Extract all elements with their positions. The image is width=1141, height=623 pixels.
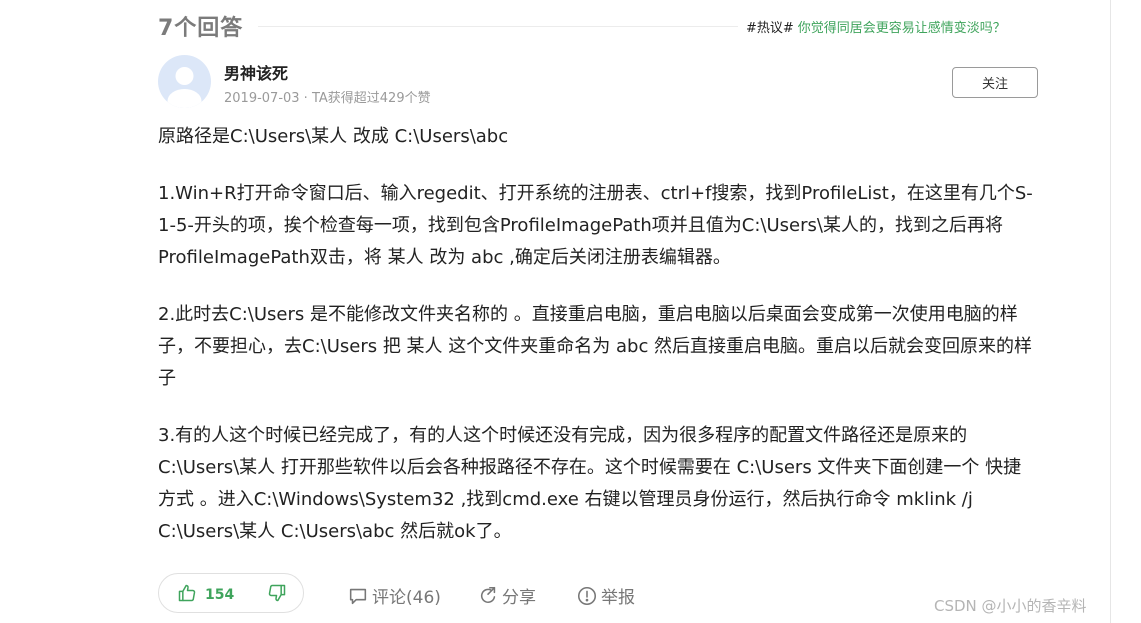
hot-topic: #热议# 你觉得同居会更容易让感情变淡吗？ — [746, 17, 1006, 36]
answer-paragraph: 原路径是C:\Users\某人 改成 C:\Users\abc — [158, 126, 509, 147]
report-label: 举报 — [601, 588, 635, 608]
author-meta: 2019-07-03 · TA获得超过429个赞 — [224, 91, 431, 106]
vote-pill: 154 — [158, 573, 304, 613]
share-icon — [477, 585, 499, 607]
comment-button[interactable]: 评论(46) — [347, 583, 441, 608]
share-button[interactable]: 分享 — [477, 583, 536, 608]
answer-paragraph: 1.Win+R打开命令窗口后、输入regedit、打开系统的注册表、ctrl+f… — [158, 183, 1033, 268]
upvote-count: 154 — [205, 587, 235, 603]
upvote-button[interactable]: 154 — [177, 583, 234, 607]
author-name[interactable]: 男神该死 — [224, 60, 288, 84]
csdn-watermark: CSDN @小小的香辛料 — [934, 597, 1087, 615]
comment-label: 评论(46) — [372, 588, 441, 608]
answer-paragraph: 2.此时去C:\Users 是不能修改文件夹名称的 。直接重启电脑，重启电脑以后… — [158, 304, 1033, 389]
answer-body: 原路径是C:\Users\某人 改成 C:\Users\abc 1.Win+R打… — [158, 121, 1038, 573]
author-avatar[interactable] — [158, 55, 211, 108]
header-divider — [258, 26, 738, 27]
thumbs-up-icon — [177, 583, 197, 607]
hot-topic-tag: #热议# — [746, 21, 794, 36]
page-right-border — [1110, 0, 1111, 623]
hot-topic-link[interactable]: 你觉得同居会更容易让感情变淡吗？ — [798, 21, 1006, 36]
thumbs-down-icon — [267, 584, 287, 607]
comment-icon — [347, 585, 369, 607]
follow-button[interactable]: 关注 — [952, 67, 1038, 98]
answer-paragraph: 3.有的人这个时候已经完成了，有的人这个时候还没有完成，因为很多程序的配置文件路… — [158, 425, 1022, 542]
report-icon — [576, 585, 598, 607]
downvote-button[interactable] — [267, 583, 287, 607]
default-avatar-icon — [167, 67, 202, 108]
share-label: 分享 — [502, 588, 536, 608]
answers-count-heading: 7个回答 — [158, 16, 244, 41]
report-button[interactable]: 举报 — [576, 583, 635, 608]
